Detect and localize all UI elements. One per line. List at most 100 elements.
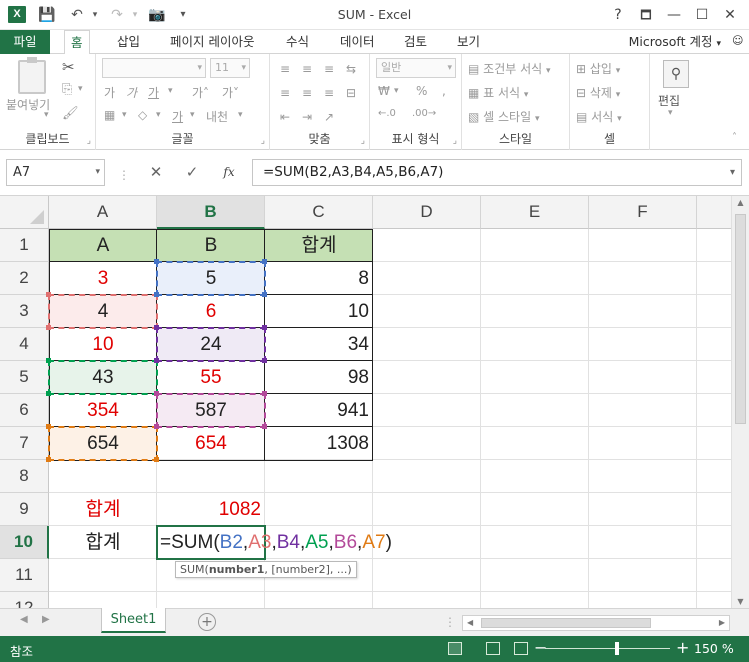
number-format-combo[interactable]: 일반 ▾ [376, 58, 456, 78]
cell-c7[interactable]: 1308 [265, 427, 373, 460]
column-header-g[interactable] [697, 196, 731, 229]
decrease-indent-icon[interactable]: ⇤ [280, 110, 290, 124]
zoom-slider[interactable] [545, 648, 670, 649]
ref-handle[interactable] [262, 424, 267, 429]
cell-b1[interactable]: B [157, 229, 265, 262]
ref-handle[interactable] [154, 358, 159, 363]
vertical-scrollbar[interactable]: ▲ ▼ [731, 196, 749, 608]
copy-icon[interactable]: ⎘ [62, 82, 72, 97]
borders-dropdown-icon[interactable]: ▾ [122, 110, 127, 120]
ref-handle[interactable] [154, 424, 159, 429]
currency-dropdown-icon[interactable]: ▾ [394, 86, 399, 96]
insert-cells-button[interactable]: ⊞ 삽입 ▾ [576, 60, 620, 77]
cell-a4[interactable]: 10 [49, 328, 157, 361]
ref-handle[interactable] [154, 259, 159, 264]
zoom-in-button[interactable]: + [676, 638, 689, 657]
cell-b10-formula[interactable]: =SUM(B2,A3,B4,A5,B6,A7) [157, 526, 396, 559]
row-header-4[interactable]: 4 [0, 328, 49, 361]
ref-handle[interactable] [154, 292, 159, 297]
ref-handle[interactable] [46, 457, 51, 462]
insert-function-button[interactable]: fx [215, 159, 243, 186]
align-right-icon[interactable]: ≡ [324, 86, 334, 100]
orientation-icon[interactable]: ↗ [324, 110, 334, 124]
column-header-c[interactable]: C [265, 196, 373, 229]
scroll-up-icon[interactable]: ▲ [732, 198, 749, 207]
editing-dropdown-icon[interactable]: ▾ [668, 108, 673, 118]
cell-c5[interactable]: 98 [265, 361, 373, 394]
ref-handle[interactable] [46, 325, 51, 330]
align-top-icon[interactable]: ≡ [280, 62, 290, 76]
grow-font-button[interactable]: 가˄ [192, 84, 209, 101]
ref-handle[interactable] [262, 259, 267, 264]
column-header-e[interactable]: E [481, 196, 589, 229]
align-bottom-icon[interactable]: ≡ [324, 62, 334, 76]
format-table-button[interactable]: ▦ 표 서식 ▾ [468, 84, 528, 101]
row-header-11[interactable]: 11 [0, 559, 49, 592]
ref-handle[interactable] [262, 292, 267, 297]
column-header-f[interactable]: F [589, 196, 697, 229]
bold-button[interactable]: 가 [104, 84, 115, 101]
vertical-scroll-thumb[interactable] [735, 214, 746, 424]
column-header-b[interactable]: B [157, 196, 265, 229]
cell-b7[interactable]: 654 [157, 427, 265, 460]
italic-button[interactable]: 가 [126, 84, 137, 101]
align-center-icon[interactable]: ≡ [302, 86, 312, 100]
binoculars-icon[interactable]: ⚲ [663, 60, 689, 88]
clipboard-launcher-icon[interactable]: ⌟ [87, 136, 91, 146]
currency-icon[interactable]: ₩ [378, 84, 390, 98]
normal-view-icon[interactable] [448, 642, 462, 655]
name-box[interactable]: A7 ▾ [6, 159, 105, 186]
row-header-1[interactable]: 1 [0, 229, 49, 262]
ref-handle[interactable] [154, 391, 159, 396]
tab-file[interactable]: 파일 [0, 30, 50, 54]
tab-home[interactable]: 홈 [64, 30, 90, 55]
row-header-5[interactable]: 5 [0, 361, 49, 394]
ref-handle[interactable] [46, 358, 51, 363]
cell-a1[interactable]: A [49, 229, 157, 262]
format-cells-button[interactable]: ▤ 서식 ▾ [576, 108, 622, 125]
borders-icon[interactable]: ▦ [104, 108, 115, 122]
account-button[interactable]: Microsoft 계정 ▾ [629, 30, 721, 56]
row-header-7[interactable]: 7 [0, 427, 49, 460]
user-icon[interactable]: ☺ [726, 29, 749, 53]
row-header-10[interactable]: 10 [0, 526, 49, 559]
ref-handle[interactable] [262, 391, 267, 396]
column-header-d[interactable]: D [373, 196, 481, 229]
font-launcher-icon[interactable]: ⌟ [261, 136, 265, 146]
tab-data[interactable]: 데이터 [334, 30, 381, 54]
delete-cells-button[interactable]: ⊟ 삭제 ▾ [576, 84, 620, 101]
percent-icon[interactable]: % [416, 84, 427, 98]
close-button[interactable]: ✕ [716, 4, 744, 26]
sheet-tab-sheet1[interactable]: Sheet1 [101, 608, 166, 633]
ref-handle[interactable] [154, 457, 159, 462]
ref-handle[interactable] [262, 325, 267, 330]
next-sheet-icon[interactable]: ▶ [42, 614, 50, 625]
conditional-format-button[interactable]: ▤ 조건부 서식 ▾ [468, 60, 551, 77]
phonetic-icon[interactable]: 내천 [206, 108, 228, 125]
row-header-2[interactable]: 2 [0, 262, 49, 295]
ref-handle[interactable] [154, 325, 159, 330]
page-layout-view-icon[interactable] [486, 642, 500, 655]
tab-review[interactable]: 검토 [398, 30, 433, 54]
row-header-3[interactable]: 3 [0, 295, 49, 328]
row-header-6[interactable]: 6 [0, 394, 49, 427]
font-size-combo[interactable]: 11 ▾ [210, 58, 250, 78]
worksheet-grid[interactable]: A B C D E F 1 2 3 4 5 6 7 8 9 10 11 12 A… [0, 196, 731, 608]
function-tooltip[interactable]: SUM(number1, [number2], ...) [175, 561, 357, 578]
decrease-decimal-icon[interactable]: .00→ [412, 108, 436, 119]
cell-a10[interactable]: 합계 [49, 526, 157, 559]
page-break-view-icon[interactable] [514, 642, 528, 655]
tab-formulas[interactable]: 수식 [280, 30, 315, 54]
ref-handle[interactable] [46, 424, 51, 429]
prev-sheet-icon[interactable]: ◀ [20, 614, 28, 625]
align-left-icon[interactable]: ≡ [280, 86, 290, 100]
zoom-level[interactable]: 150 % [694, 641, 734, 656]
font-name-combo[interactable]: ▾ [102, 58, 206, 78]
zoom-slider-thumb[interactable] [615, 642, 619, 655]
copy-dropdown-icon[interactable]: ▾ [78, 84, 83, 94]
fill-color-icon[interactable]: ◇ [138, 108, 147, 122]
formula-bar-grip-icon[interactable]: ⋮ [118, 168, 130, 182]
collapse-ribbon-icon[interactable]: ˄ [732, 132, 737, 143]
cell-c4[interactable]: 34 [265, 328, 373, 361]
horizontal-scroll-thumb[interactable] [481, 618, 651, 628]
